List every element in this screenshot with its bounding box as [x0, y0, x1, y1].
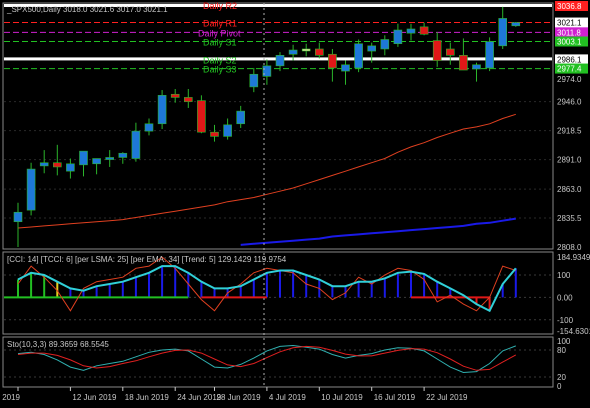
cci-scale-label: 184.9349	[557, 253, 590, 262]
cci-scale-label: 0.00	[557, 293, 573, 302]
cci-header: [CCI: 14] [TCCI: 6] [per LSMA: 25] [per …	[7, 255, 287, 264]
time-label: 12 Jun 2019	[72, 393, 117, 402]
price-label: 2986.1	[557, 55, 582, 64]
stoch-scale-label: 100	[557, 337, 571, 346]
candle-body	[511, 22, 521, 27]
price-label: 2835.5	[557, 214, 582, 223]
cci-scale-label: 100	[557, 271, 571, 280]
trading-chart[interactable]: Daily R2Daily R1Daily PivotDaily S1Daily…	[0, 0, 590, 408]
pivot-label-r2: Daily R2	[203, 1, 237, 11]
candle-body	[275, 54, 285, 67]
time-label: 28 Jun 2019	[217, 393, 262, 402]
candle-body	[432, 40, 442, 61]
stoch-header: Sto(10,3,3) 89.3659 68.5545	[7, 340, 109, 349]
price-label: 3011.8	[557, 28, 581, 37]
candle-body	[419, 26, 429, 35]
candle-body	[314, 48, 324, 56]
candle-body	[26, 168, 36, 211]
price-label: 2808.0	[557, 243, 582, 252]
candle-body	[66, 163, 75, 172]
time-label: 4 Jul 2019	[269, 393, 306, 402]
candle-body	[459, 54, 468, 71]
price-label: 2863.0	[557, 185, 582, 194]
candle-body	[223, 124, 232, 137]
price-label: 2891.0	[557, 156, 582, 165]
candle-body	[39, 162, 49, 167]
time-label: 6 Jun 2019	[0, 393, 21, 402]
candle-body	[485, 41, 494, 69]
price-label: 2946.0	[557, 98, 582, 107]
price-label: 3036.8	[557, 2, 582, 11]
candle-body	[92, 158, 101, 165]
main-header: _SPX500,Daily 3018.0 3021.6 3017.0 3021.…	[6, 5, 168, 14]
candle-body	[184, 97, 193, 102]
stoch-scale-label: 80	[557, 346, 566, 355]
candle-body	[301, 48, 311, 52]
stoch-scale-label: 20	[557, 373, 566, 382]
price-label: 3003.1	[557, 37, 582, 46]
candle-body	[144, 123, 154, 132]
candle-body	[288, 49, 298, 55]
candle-body	[79, 150, 88, 166]
time-label: 24 Jun 2019	[177, 393, 222, 402]
candle-body	[393, 29, 403, 45]
candle-body	[249, 73, 259, 88]
price-label: 3021.1	[557, 19, 582, 28]
stoch-scale-label: 0	[557, 382, 562, 391]
candle-body	[157, 95, 167, 125]
price-label: 2974.0	[557, 75, 582, 84]
pivot-label-s1: Daily S1	[203, 37, 237, 47]
cci-scale-label: -100	[557, 316, 574, 325]
candle-body	[341, 64, 350, 72]
candle-body	[406, 28, 416, 34]
candle-body	[170, 93, 180, 98]
cci-scale-label: -154.6301	[557, 327, 590, 336]
candle-body	[367, 45, 377, 52]
price-label: 2977.4	[557, 65, 582, 74]
pivot-label-s3: Daily S3	[203, 65, 237, 75]
candle-body	[445, 48, 455, 56]
price-label: 2918.5	[557, 127, 582, 136]
candle-body	[472, 64, 481, 70]
candle-body	[13, 211, 23, 223]
candle-body	[131, 130, 141, 159]
candle-body	[498, 18, 508, 47]
candle-body	[52, 162, 62, 168]
time-label: 10 Jul 2019	[321, 393, 363, 402]
candle-body	[236, 110, 245, 125]
candle-body	[328, 53, 337, 69]
candle-body	[354, 43, 363, 69]
time-label: 22 Jul 2019	[426, 393, 468, 402]
candle-body	[210, 131, 219, 137]
pivot-label-r1: Daily R1	[203, 19, 237, 29]
time-label: 18 Jun 2019	[125, 393, 170, 402]
candle-body	[105, 157, 114, 160]
candle-body	[118, 152, 128, 158]
time-label: 16 Jul 2019	[374, 393, 416, 402]
candle-body	[380, 39, 390, 50]
candle-body	[197, 100, 206, 133]
